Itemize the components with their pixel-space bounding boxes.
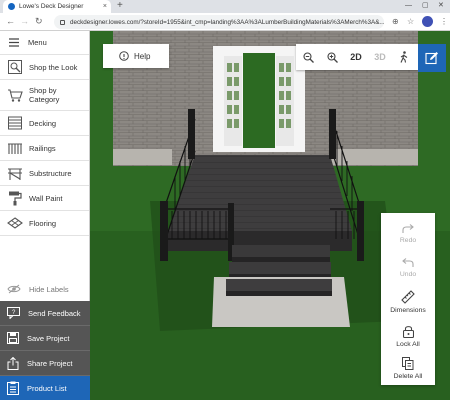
delete-all-button[interactable]: Delete All	[381, 349, 435, 387]
window-close-icon[interactable]: ✕	[438, 0, 444, 12]
walk-mode-button[interactable]	[392, 44, 416, 70]
redo-label: Redo	[399, 237, 417, 244]
send-feedback-button[interactable]: ? Send Feedback	[0, 301, 90, 326]
browser-menu-icon[interactable]: ⋮	[440, 16, 448, 28]
view-toolbar: 2D 3D	[296, 44, 418, 70]
browser-tab[interactable]: Lowe's Deck Designer ×	[3, 0, 111, 13]
lock-icon	[402, 325, 414, 338]
edit-pencil-icon	[425, 52, 438, 65]
sidebar-item-wall-paint[interactable]: Wall Paint	[0, 186, 89, 211]
deck-designer-app: Menu Shop the Look Shop by Category Deck…	[0, 31, 450, 400]
railings-icon	[8, 143, 22, 154]
product-list-button[interactable]: Product List	[0, 376, 90, 400]
sidebar-item-shop-the-look[interactable]: Shop the Look	[0, 55, 89, 80]
tab-close-icon[interactable]: ×	[103, 3, 107, 10]
edit-button[interactable]	[418, 44, 446, 72]
zoom-out-button[interactable]	[296, 44, 320, 70]
sidebar-item-shop-by-category[interactable]: Shop by Category	[0, 80, 89, 111]
lock-icon	[60, 19, 65, 25]
delete-all-icon	[402, 356, 414, 370]
hamburger-icon	[9, 38, 19, 47]
sidebar-item-railings[interactable]: Railings	[0, 136, 89, 161]
maximize-icon[interactable]: ▢	[422, 0, 429, 12]
sidebar-item-decking[interactable]: Decking	[0, 111, 89, 136]
redo-icon	[402, 224, 414, 233]
zoom-out-icon	[302, 51, 314, 63]
view-3d-button[interactable]: 3D	[368, 44, 392, 70]
hide-labels-label: Hide Labels	[29, 284, 69, 294]
lock-all-label: Lock All	[396, 340, 420, 348]
tools-panel: Redo Undo Dimensions Lock All Delete All	[381, 213, 435, 385]
ruler-icon	[401, 290, 415, 304]
sidebar-item-label: Substructure	[29, 168, 72, 178]
address-bar[interactable]: deckdesigner.lowes.com/?storeId=1955&int…	[54, 15, 384, 29]
install-app-icon[interactable]: ⊕	[392, 16, 399, 28]
zoom-in-button[interactable]	[320, 44, 344, 70]
undo-button[interactable]: Undo	[381, 249, 435, 287]
paint-roller-icon	[9, 191, 22, 206]
lowes-favicon-icon	[8, 3, 15, 10]
view-2d-button[interactable]: 2D	[344, 44, 368, 70]
browser-window: Lowe's Deck Designer × + — ▢ ✕ ← → ↻ dec…	[0, 0, 450, 400]
shop-look-icon	[8, 60, 22, 74]
save-icon	[7, 332, 19, 344]
flooring-icon	[7, 217, 23, 229]
sidebar-item-label: Wall Paint	[29, 193, 63, 203]
help-button[interactable]: Help	[103, 44, 169, 68]
back-icon[interactable]: ←	[6, 15, 15, 28]
minimize-icon[interactable]: —	[405, 0, 412, 12]
reload-icon[interactable]: ↻	[35, 15, 43, 28]
send-feedback-label: Send Feedback	[28, 308, 81, 318]
undo-label: Undo	[399, 271, 417, 278]
product-list-label: Product List	[27, 383, 67, 393]
substructure-icon	[8, 168, 22, 180]
sidebar-item-label: Decking	[29, 118, 57, 128]
save-project-button[interactable]: Save Project	[0, 326, 90, 351]
share-project-button[interactable]: Share Project	[0, 351, 90, 376]
shop-category-icon	[8, 89, 23, 102]
decking-icon	[8, 116, 22, 130]
redo-button[interactable]: Redo	[381, 215, 435, 253]
undo-icon	[402, 258, 414, 267]
sidebar-item-label: Railings	[29, 143, 56, 153]
hide-labels-toggle[interactable]: Hide Labels	[0, 277, 90, 301]
tab-strip: Lowe's Deck Designer × + — ▢ ✕	[0, 0, 450, 13]
save-project-label: Save Project	[27, 333, 70, 343]
walking-person-icon	[400, 51, 408, 63]
forward-icon[interactable]: →	[20, 15, 29, 28]
product-list-icon	[7, 381, 19, 395]
profile-avatar[interactable]	[422, 16, 433, 27]
new-tab-button[interactable]: +	[117, 0, 123, 12]
eye-slash-icon	[7, 284, 21, 294]
sidebar-item-label: Shop by Category	[29, 86, 60, 104]
address-bar-row: ← → ↻ deckdesigner.lowes.com/?storeId=19…	[0, 13, 450, 31]
share-icon	[7, 356, 19, 370]
zoom-in-icon	[326, 51, 338, 63]
url-text[interactable]: deckdesigner.lowes.com/?storeId=1955&int…	[70, 19, 384, 26]
dimensions-button[interactable]: Dimensions	[381, 283, 435, 321]
menu-button[interactable]: Menu	[0, 31, 89, 55]
menu-label: Menu	[28, 38, 47, 47]
help-circle-icon	[119, 51, 129, 61]
tab-title: Lowe's Deck Designer	[19, 3, 84, 10]
bookmark-star-icon[interactable]: ☆	[407, 16, 414, 28]
delete-all-label: Delete All	[393, 372, 423, 380]
sidebar-item-label: Shop the Look	[29, 62, 78, 72]
dimensions-label: Dimensions	[390, 307, 426, 314]
sidebar-item-label: Flooring	[29, 218, 57, 228]
help-label: Help	[134, 51, 151, 61]
sidebar-item-substructure[interactable]: Substructure	[0, 161, 89, 186]
share-project-label: Share Project	[27, 358, 73, 368]
sidebar-item-flooring[interactable]: Flooring	[0, 211, 89, 236]
feedback-icon: ?	[7, 307, 20, 319]
sidebar: Menu Shop the Look Shop by Category Deck…	[0, 31, 90, 400]
